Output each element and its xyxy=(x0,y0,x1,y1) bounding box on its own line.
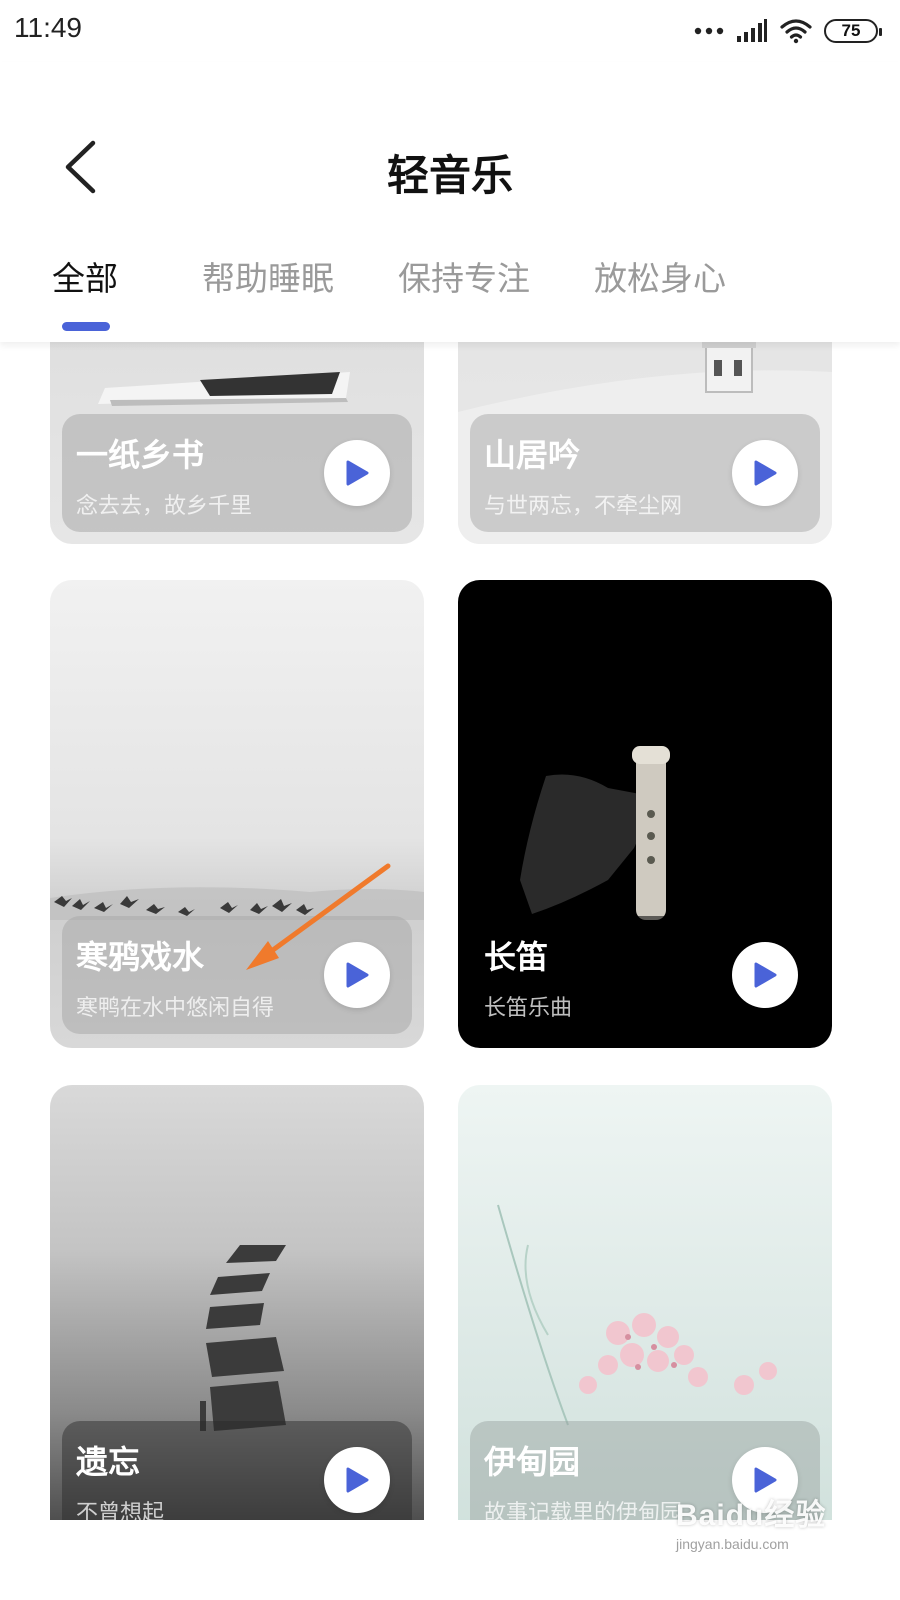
more-dots-icon xyxy=(694,27,724,35)
music-card[interactable]: 遗忘 不曾想起 xyxy=(50,1085,424,1520)
card-subtitle: 念去去，故乡千里 xyxy=(76,494,253,519)
music-card[interactable]: 一纸乡书 念去去，故乡千里 xyxy=(50,342,424,544)
card-info-panel: 遗忘 不曾想起 xyxy=(62,1421,412,1520)
music-card[interactable]: 伊甸园 故事记载里的伊甸园 xyxy=(458,1085,832,1520)
card-title: 伊甸园 xyxy=(484,1443,581,1481)
tab-relax[interactable]: 放松身心 xyxy=(594,252,726,300)
play-icon xyxy=(346,962,369,988)
play-button[interactable] xyxy=(324,440,390,506)
card-title: 长笛 xyxy=(484,938,549,976)
playlist-grid: 一纸乡书 念去去，故乡千里 山居吟 与世两忘，不牵尘网 寒鸦戏水 寒鸭在水中悠闲… xyxy=(0,342,900,1520)
card-info-panel: 一纸乡书 念去去，故乡千里 xyxy=(62,414,412,532)
card-info-panel: 寒鸦戏水 寒鸭在水中悠闲自得 xyxy=(62,916,412,1034)
watermark: Baidu经验 jingyan.baidu.com xyxy=(676,1490,826,1552)
category-tabs: 全部 帮助睡眠 保持专注 放松身心 xyxy=(0,252,900,342)
card-subtitle: 故事记载里的伊甸园 xyxy=(484,1501,683,1520)
play-icon xyxy=(754,962,777,988)
signal-icon xyxy=(737,19,767,42)
watermark-logo: Baidu经验 xyxy=(676,1499,827,1532)
battery-indicator: 75 xyxy=(824,19,882,43)
card-info-panel: 山居吟 与世两忘，不牵尘网 xyxy=(470,414,820,532)
music-card[interactable]: 山居吟 与世两忘，不牵尘网 xyxy=(458,342,832,544)
play-icon xyxy=(346,1467,369,1493)
tab-focus[interactable]: 保持专注 xyxy=(398,252,530,300)
status-time: 11:49 xyxy=(14,12,82,43)
tab-sleep[interactable]: 帮助睡眠 xyxy=(202,252,334,300)
card-subtitle: 不曾想起 xyxy=(76,1501,165,1520)
tab-all[interactable]: 全部 xyxy=(52,252,118,300)
card-title: 山居吟 xyxy=(484,436,581,474)
music-card[interactable]: 寒鸦戏水 寒鸭在水中悠闲自得 xyxy=(50,580,424,1048)
battery-level: 75 xyxy=(841,21,861,40)
card-info-panel: 长笛 长笛乐曲 xyxy=(470,916,820,1034)
card-title: 寒鸦戏水 xyxy=(76,938,205,976)
card-subtitle: 寒鸭在水中悠闲自得 xyxy=(76,996,275,1021)
play-button[interactable] xyxy=(324,942,390,1008)
card-title: 一纸乡书 xyxy=(76,436,205,474)
music-card[interactable]: 长笛 长笛乐曲 xyxy=(458,580,832,1048)
wifi-icon xyxy=(780,19,812,44)
tab-indicator xyxy=(62,322,110,331)
play-icon xyxy=(346,460,369,486)
card-subtitle: 与世两忘，不牵尘网 xyxy=(484,494,683,519)
play-button[interactable] xyxy=(732,440,798,506)
page-title: 轻音乐 xyxy=(386,151,513,200)
status-bar: 11:49 75 xyxy=(0,0,900,62)
card-subtitle: 长笛乐曲 xyxy=(484,996,573,1021)
watermark-url: jingyan.baidu.com xyxy=(676,1536,789,1552)
play-button[interactable] xyxy=(732,942,798,1008)
app-header: 轻音乐 全部 帮助睡眠 保持专注 放松身心 xyxy=(0,62,900,342)
status-icons: 75 xyxy=(694,16,882,46)
play-icon xyxy=(754,460,777,486)
card-title: 遗忘 xyxy=(76,1443,141,1481)
play-button[interactable] xyxy=(324,1447,390,1513)
